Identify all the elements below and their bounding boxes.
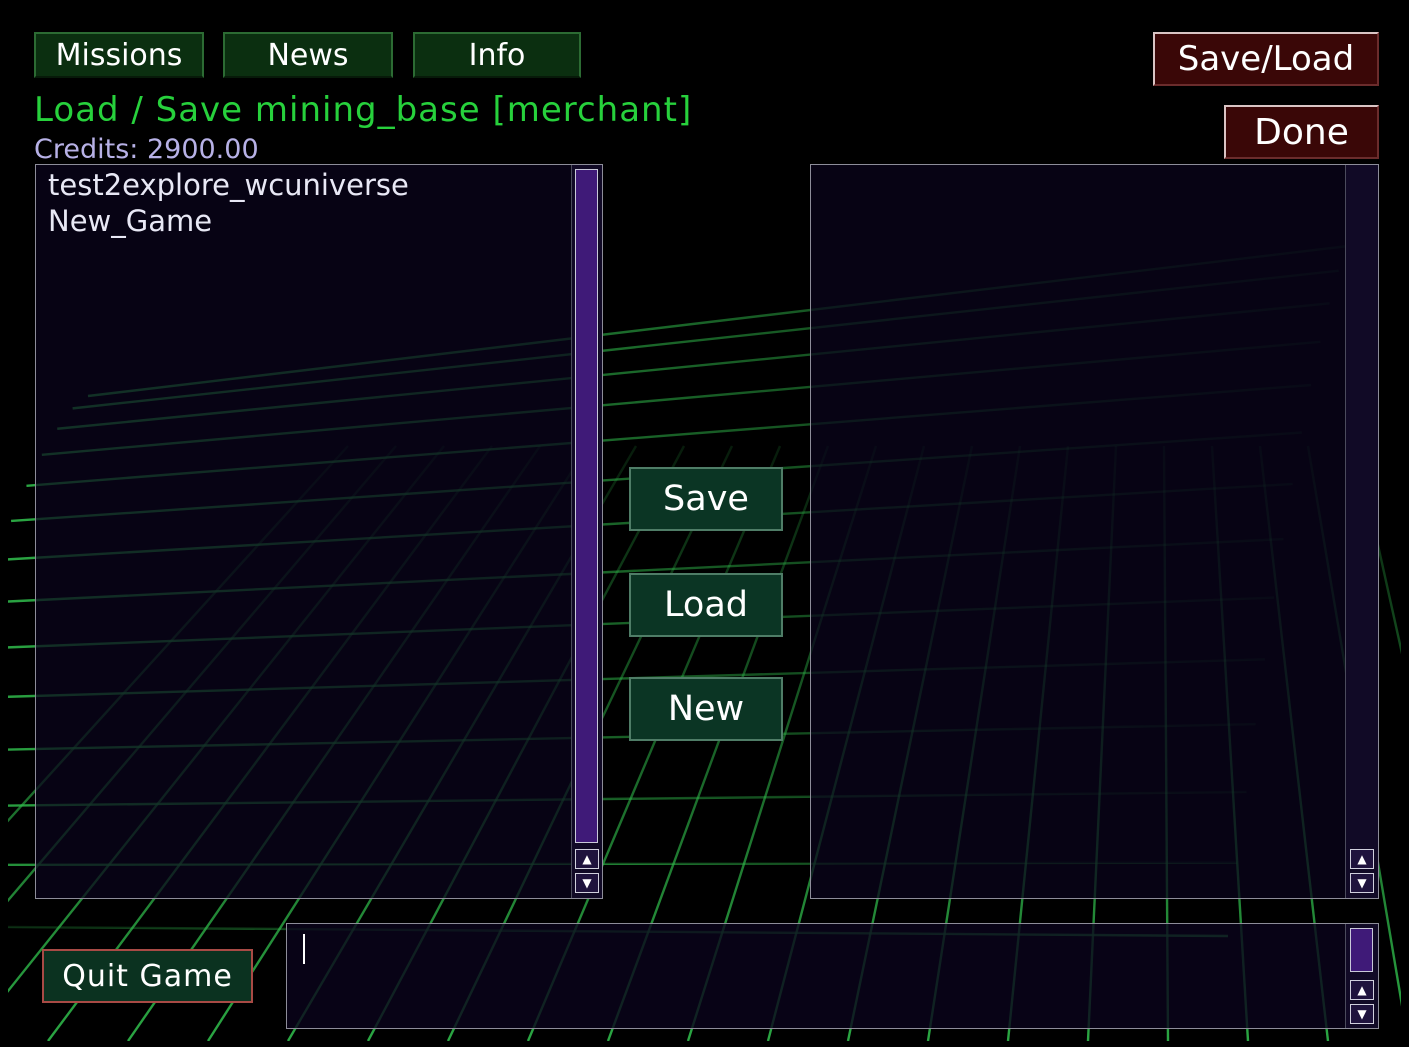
input-scrollbar[interactable]: ▲ ▼ — [1345, 924, 1378, 1028]
scroll-thumb[interactable] — [575, 169, 598, 843]
tab-missions[interactable]: Missions — [34, 32, 204, 78]
credits-value: 2900.00 — [146, 134, 259, 165]
scroll-down-icon[interactable]: ▼ — [1350, 1004, 1374, 1024]
scroll-thumb[interactable] — [1350, 928, 1373, 972]
scroll-up-icon[interactable]: ▲ — [1350, 980, 1374, 1000]
save-details-panel[interactable]: ▲ ▼ — [810, 164, 1379, 899]
done-label: Done — [1254, 111, 1349, 153]
scroll-up-icon[interactable]: ▲ — [1350, 849, 1374, 869]
save-button[interactable]: Save — [629, 467, 783, 531]
tab-news-label: News — [267, 37, 349, 73]
tab-info-label: Info — [468, 37, 526, 73]
quit-game-label: Quit Game — [62, 958, 233, 994]
scroll-down-icon[interactable]: ▼ — [575, 873, 599, 893]
saved-games-list[interactable]: test2explore_wcuniverse New_Game ▲ ▼ — [35, 164, 603, 899]
credits-label: Credits: — [34, 134, 139, 165]
text-caret — [303, 934, 305, 964]
new-button[interactable]: New — [629, 677, 783, 741]
page-title: Load / Save mining_base [merchant] — [34, 90, 693, 130]
tab-news[interactable]: News — [223, 32, 393, 78]
details-scrollbar[interactable]: ▲ ▼ — [1345, 165, 1378, 898]
tab-missions-label: Missions — [55, 37, 183, 73]
tab-info[interactable]: Info — [413, 32, 581, 78]
quit-game-button[interactable]: Quit Game — [42, 949, 253, 1003]
load-button-label: Load — [664, 585, 748, 625]
scroll-up-icon[interactable]: ▲ — [575, 849, 599, 869]
saved-games-scrollbar[interactable]: ▲ ▼ — [571, 165, 602, 898]
game-screen: Missions News Info Save/Load Done Load /… — [8, 6, 1401, 1041]
scroll-down-icon[interactable]: ▼ — [1350, 873, 1374, 893]
list-item[interactable]: test2explore_wcuniverse — [48, 167, 409, 203]
load-button[interactable]: Load — [629, 573, 783, 637]
list-item[interactable]: New_Game — [48, 203, 409, 239]
save-button-label: Save — [663, 479, 749, 519]
credits-readout: Credits: 2900.00 — [34, 134, 259, 165]
new-button-label: New — [667, 689, 745, 729]
save-load-button[interactable]: Save/Load — [1153, 32, 1379, 86]
message-input[interactable]: ▲ ▼ — [286, 923, 1379, 1029]
save-load-label: Save/Load — [1177, 39, 1355, 79]
saved-games-items: test2explore_wcuniverse New_Game — [48, 167, 409, 239]
done-button[interactable]: Done — [1224, 105, 1379, 159]
